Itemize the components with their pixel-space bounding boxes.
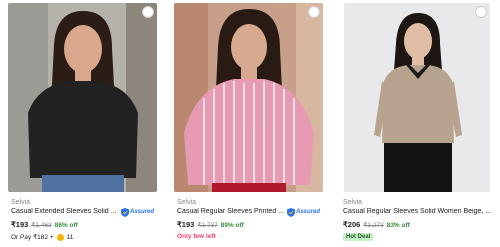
original-price: ₹1,737 xyxy=(197,222,218,229)
original-price: ₹1,463 xyxy=(31,222,52,229)
product-title[interactable]: Casual Extended Sleeves Solid ... xyxy=(11,208,119,215)
discount: 86% off xyxy=(54,222,78,229)
assured-badge: Assured xyxy=(121,207,154,217)
stock-badge: Only few left xyxy=(177,233,216,240)
assured-label: Assured xyxy=(130,209,155,215)
discount: 89% off xyxy=(220,222,244,229)
price: ₹206 xyxy=(343,220,361,229)
price: ₹193 xyxy=(11,220,29,229)
price-row: ₹206 ₹1,273 83% off xyxy=(343,220,410,229)
product-title[interactable]: Casual Regular Sleeves Solid Women Beige… xyxy=(343,208,493,215)
price-row: ₹193 ₹1,463 86% off xyxy=(11,220,78,229)
product-brand: Selvia xyxy=(343,199,363,206)
pay-with-coins: Or Pay ₹182 + 11 xyxy=(11,233,73,241)
product-card[interactable]: Selvia Casual Extended Sleeves Solid ...… xyxy=(8,0,168,247)
product-card[interactable]: Selvia Casual Regular Sleeves Solid Wome… xyxy=(340,0,500,247)
wishlist-heart-icon[interactable] xyxy=(475,6,487,18)
price: ₹193 xyxy=(177,220,195,229)
assured-shield-icon xyxy=(287,207,295,217)
product-image[interactable] xyxy=(174,3,323,192)
original-price: ₹1,273 xyxy=(363,222,384,229)
assured-badge: Assured xyxy=(287,207,320,217)
assured-shield-icon xyxy=(121,207,129,217)
price-row: ₹193 ₹1,737 89% off xyxy=(177,220,244,229)
product-title[interactable]: Casual Regular Sleeves Printed ... xyxy=(177,208,285,215)
discount: 83% off xyxy=(386,222,410,229)
product-brand: Selvia xyxy=(11,199,31,206)
product-card[interactable]: Selvia Casual Regular Sleeves Printed ..… xyxy=(174,0,334,247)
product-grid: Selvia Casual Extended Sleeves Solid ...… xyxy=(0,0,500,247)
supercoin-icon xyxy=(56,233,64,241)
wishlist-heart-icon[interactable] xyxy=(142,6,154,18)
coin-count: 11 xyxy=(66,233,74,241)
product-image[interactable] xyxy=(344,3,490,192)
hot-deal-badge: Hot Deal xyxy=(343,233,374,241)
wishlist-heart-icon[interactable] xyxy=(308,6,320,18)
assured-label: Assured xyxy=(296,209,321,215)
product-image[interactable] xyxy=(8,3,157,192)
pay-text: Or Pay ₹182 + xyxy=(11,234,54,241)
product-brand: Selvia xyxy=(177,199,197,206)
